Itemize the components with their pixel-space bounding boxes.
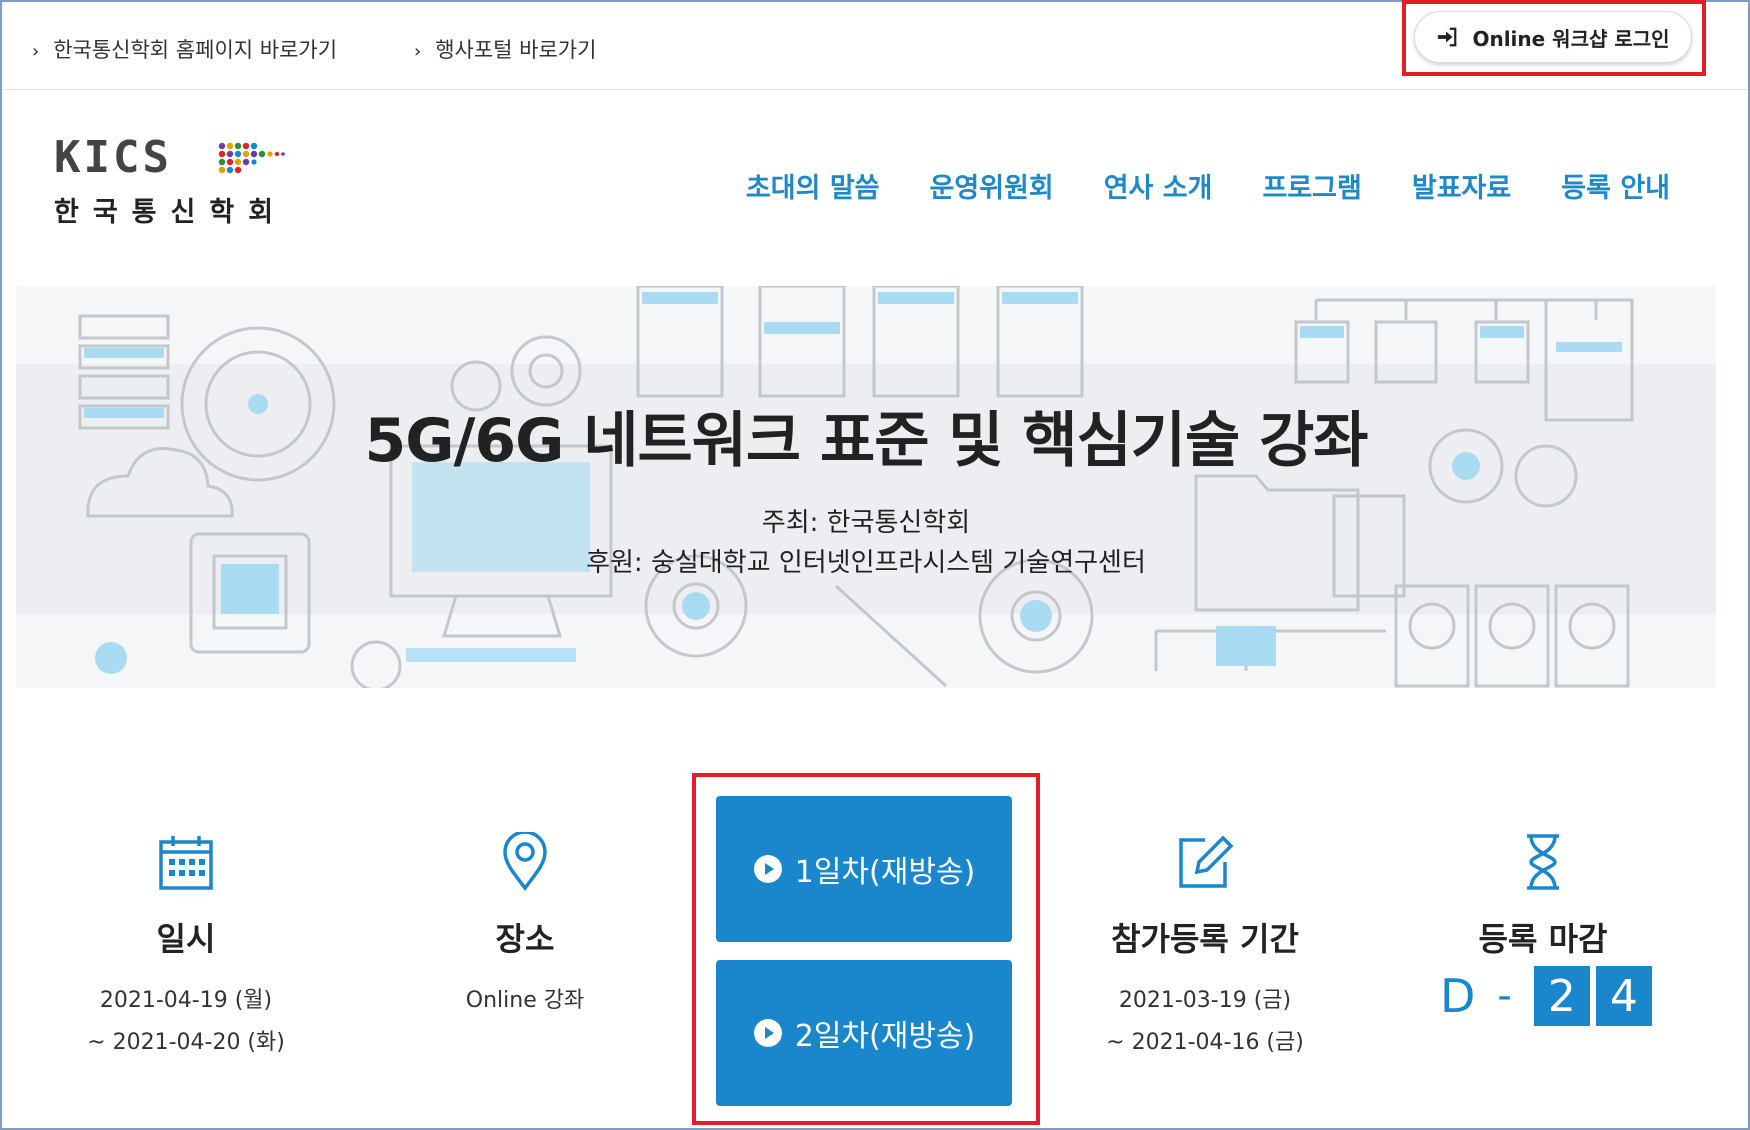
kics-homepage-link[interactable]: › 한국통신학회 홈페이지 바로가기 (32, 34, 337, 64)
nav-invitation[interactable]: 초대의 말씀 (746, 166, 880, 205)
tech-illustration-background (16, 286, 1716, 688)
logo-dots-graphic (218, 142, 285, 174)
play-circle-icon (753, 855, 782, 883)
kics-logo[interactable]: KICS 한국통신학회 (54, 136, 287, 229)
online-workshop-login-button[interactable]: Online 워크샵 로그인 (1414, 11, 1692, 63)
edit-icon (1179, 835, 1234, 888)
d-day-counter: D - 2 4 (1440, 966, 1658, 1026)
d-day-digit: 2 (1533, 966, 1590, 1026)
info-place: 장소 Online 강좌 (405, 832, 645, 1022)
nav-speakers[interactable]: 연사 소개 (1104, 166, 1213, 205)
replay-day2-button[interactable]: 2일차(재방송) (716, 960, 1012, 1106)
sign-in-icon (1438, 27, 1457, 47)
replay-day1-button[interactable]: 1일차(재방송) (716, 796, 1012, 942)
info-date: 일시 2021-04-19 (월) ~ 2021-04-20 (화) (66, 834, 306, 1064)
main-nav: 초대의 말씀 운영위원회 연사 소개 프로그램 발표자료 등록 안내 (746, 166, 1670, 205)
calendar-icon (159, 836, 213, 890)
info-registration-period: 참가등록 기간 2021-03-19 (금) ~ 2021-04-16 (금) (1085, 832, 1325, 1064)
info-deadline: 등록 마감 (1423, 832, 1663, 960)
hero-banner: 5G/6G 네트워크 표준 및 핵심기술 강좌 주최: 한국통신학회 후원: 숭… (16, 286, 1716, 688)
map-pin-icon (503, 832, 547, 891)
nav-committee[interactable]: 운영위원회 (930, 166, 1054, 205)
nav-registration[interactable]: 등록 안내 (1561, 166, 1670, 205)
chevron-right-icon: › (32, 41, 40, 62)
chevron-right-icon: › (414, 41, 422, 62)
play-circle-icon (753, 1019, 782, 1047)
banner-sponsor: 후원: 숭실대학교 인터넷인프라시스템 기술연구센터 (586, 548, 1146, 578)
hourglass-icon (1527, 834, 1559, 890)
nav-program[interactable]: 프로그램 (1262, 166, 1361, 205)
banner-host: 주최: 한국통신학회 (761, 508, 971, 538)
nav-materials[interactable]: 발표자료 (1412, 166, 1511, 205)
event-portal-link[interactable]: › 행사포털 바로가기 (414, 34, 596, 64)
d-day-digit: 4 (1595, 966, 1652, 1026)
banner-title: 5G/6G 네트워크 표준 및 핵심기술 강좌 (364, 406, 1369, 476)
